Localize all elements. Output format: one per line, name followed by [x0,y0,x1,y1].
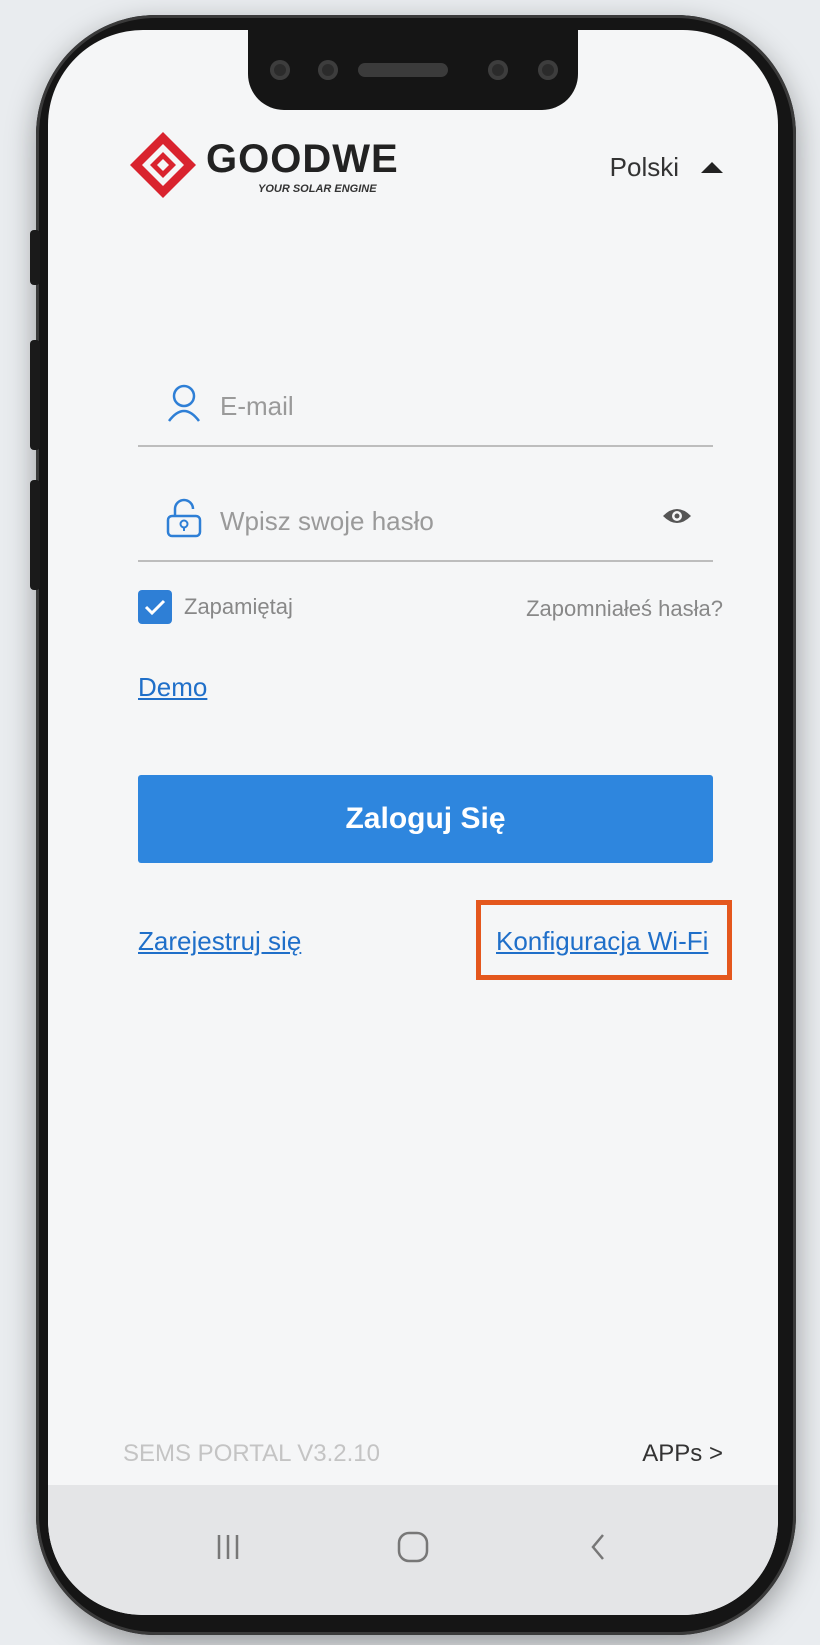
sensor-icon [488,60,508,80]
recents-icon [217,1535,239,1559]
camera-icon [270,60,290,80]
goodwe-diamond-icon [130,132,196,198]
home-icon [397,1531,429,1563]
speaker-grille [358,63,448,77]
user-icon [168,384,200,422]
volume-up-button [30,340,40,450]
login-button[interactable]: Zaloguj Się [138,775,713,863]
sensor-icon [318,60,338,80]
volume-down-button [30,480,40,590]
front-camera-icon [538,60,558,80]
remember-me[interactable]: Zapamiętaj [138,590,293,624]
portal-version: SEMS PORTAL V3.2.10 [123,1440,381,1467]
goodwe-logo: GOODWE YOUR SOLAR ENGINE [128,125,408,205]
remember-label: Zapamiętaj [184,594,293,619]
apps-link[interactable]: APPs > [642,1440,723,1468]
back-button[interactable] [578,1527,618,1567]
brand-tagline: YOUR SOLAR ENGINE [258,183,377,195]
email-input[interactable] [218,385,622,427]
android-nav-bar [48,1485,778,1615]
forgot-password-link[interactable]: Zapomniałeś hasła? [526,596,723,622]
home-button[interactable] [388,1527,438,1567]
demo-link[interactable]: Demo [138,672,207,703]
remember-checkbox[interactable] [138,590,172,624]
eye-icon[interactable] [661,504,693,528]
caret-up-icon [701,162,723,173]
password-input[interactable] [218,500,622,542]
back-chevron-icon [591,1534,604,1560]
language-label: Polski [609,152,679,182]
side-button [30,230,40,285]
phone-notch [248,30,578,110]
wifi-config-link[interactable]: Konfiguracja Wi-Fi [496,926,708,957]
checkmark-icon [144,599,166,616]
language-selector[interactable]: Polski [610,152,723,183]
register-link[interactable]: Zarejestruj się [138,926,301,957]
brand-name: GOODWE [206,137,399,181]
lock-icon [166,498,202,538]
recent-apps-button[interactable] [208,1527,248,1567]
email-field[interactable] [138,375,713,447]
app-screen: GOODWE YOUR SOLAR ENGINE Polski E-mail Z… [48,30,778,1615]
password-field[interactable] [138,490,713,562]
